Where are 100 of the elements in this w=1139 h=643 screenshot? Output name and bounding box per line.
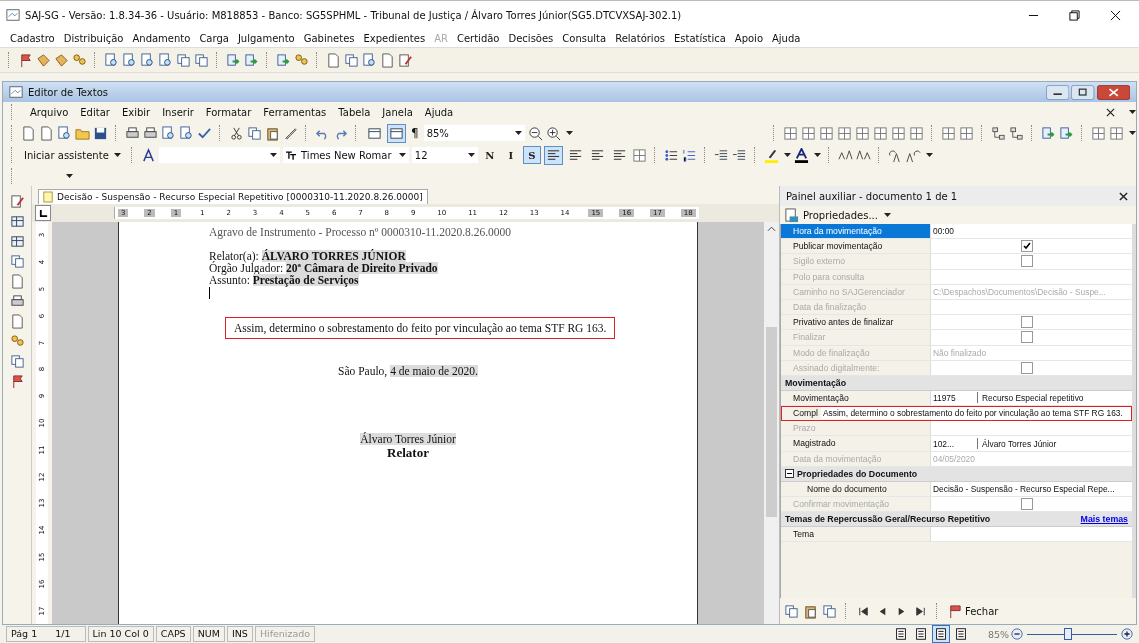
align-icon[interactable]	[543, 145, 563, 165]
arrow-icon[interactable]	[1059, 125, 1074, 141]
caret-icon[interactable]	[113, 153, 121, 157]
table-icon[interactable]	[891, 125, 906, 141]
menu-item[interactable]: Tabela	[338, 106, 371, 118]
bullet-list-icon[interactable]	[663, 147, 679, 163]
menu-item[interactable]: Ajuda	[424, 106, 454, 118]
view-mode-icon[interactable]	[931, 625, 950, 643]
menu-item[interactable]: Julgamento	[237, 32, 295, 44]
arrow-icon[interactable]	[1041, 125, 1056, 141]
close-button[interactable]: Fechar	[947, 603, 999, 619]
zoom-out-icon[interactable]	[527, 125, 543, 141]
pencil-icon[interactable]	[398, 52, 413, 68]
caret-icon[interactable]	[884, 213, 891, 217]
zoom-in-icon[interactable]	[545, 125, 561, 141]
menu-item[interactable]: Inserir	[162, 106, 194, 118]
close-icon[interactable]	[1110, 9, 1121, 21]
value-cell[interactable]	[931, 497, 1132, 512]
table-icon[interactable]	[9, 214, 25, 229]
arrow-icon[interactable]	[226, 52, 241, 68]
table-icon[interactable]	[837, 125, 852, 141]
caret-icon[interactable]	[813, 153, 821, 157]
menu-item[interactable]: Exibir	[121, 106, 151, 118]
outdent-icon[interactable]	[731, 147, 747, 163]
copy-icon[interactable]	[176, 52, 191, 68]
restore-icon[interactable]	[1069, 9, 1080, 21]
table-icon[interactable]	[783, 125, 798, 141]
slider-thumb[interactable]	[1063, 628, 1072, 640]
menu-item[interactable]: Janela	[382, 106, 413, 118]
document-icon[interactable]	[326, 52, 341, 68]
document-icon[interactable]	[9, 274, 25, 289]
magnifier-icon[interactable]	[140, 52, 155, 68]
caret-icon[interactable]	[66, 174, 73, 178]
value-cell[interactable]	[931, 527, 1132, 542]
zoom-dropdown[interactable]: 85%	[423, 125, 525, 141]
people-icon[interactable]	[294, 52, 309, 68]
close-icon[interactable]	[1096, 84, 1130, 100]
assistant-dropdown[interactable]: Iniciar assistente	[21, 147, 124, 163]
highlighter-icon[interactable]	[763, 147, 779, 163]
magnifier-icon[interactable]	[122, 52, 137, 68]
menu-item[interactable]: Andamento	[132, 32, 191, 44]
caret-icon[interactable]	[1129, 131, 1136, 135]
indent-icon[interactable]	[713, 147, 729, 163]
restore-icon[interactable]	[1071, 84, 1095, 100]
table-icon[interactable]	[1091, 125, 1106, 141]
printer-icon[interactable]	[125, 125, 140, 141]
tab-stop-button[interactable]	[35, 205, 51, 221]
scrollbar[interactable]	[764, 222, 779, 624]
style-icon[interactable]	[140, 147, 156, 163]
menu-item[interactable]: Arquivo	[30, 106, 69, 118]
magnifier-icon[interactable]	[158, 52, 173, 68]
value-cell[interactable]: 00:00	[931, 224, 1132, 239]
value-cell[interactable]	[931, 254, 1132, 269]
menu-item[interactable]: Estatística	[674, 32, 726, 44]
table-icon[interactable]	[801, 125, 816, 141]
copy-icon[interactable]	[9, 354, 25, 369]
scroll-up-icon[interactable]	[767, 226, 776, 232]
caret-icon[interactable]	[1129, 110, 1136, 114]
zoom-out-icon[interactable]	[1011, 628, 1023, 640]
menu-item[interactable]: Consulta	[562, 32, 607, 44]
value-cell[interactable]	[931, 421, 1132, 436]
flag-icon[interactable]	[18, 52, 33, 68]
caret-icon[interactable]	[467, 153, 475, 157]
menu-item[interactable]: Apoio	[734, 32, 763, 44]
magnifier-icon[interactable]	[161, 125, 176, 141]
font-size-dropdown[interactable]: 12	[411, 147, 478, 163]
table-icon[interactable]	[1109, 125, 1124, 141]
menu-item[interactable]: Expedientes	[363, 32, 426, 44]
format-button[interactable]: N	[480, 146, 499, 164]
close-icon[interactable]	[1119, 191, 1128, 201]
copy-icon[interactable]	[822, 603, 837, 619]
tag-icon[interactable]	[54, 52, 69, 68]
tree-icon[interactable]	[991, 125, 1006, 141]
people-icon[interactable]	[72, 52, 87, 68]
collapse-icon[interactable]	[785, 469, 794, 479]
menu-item[interactable]: Gabinetes	[303, 32, 355, 44]
close-icon[interactable]	[1106, 107, 1115, 117]
clipboard-icon[interactable]	[265, 125, 280, 141]
zoom-in-icon[interactable]	[1121, 628, 1133, 640]
document-tab[interactable]: Decisão - Suspensão - Recurso Especial Repetitivo [0000310-11.2020.8.26.0000]	[38, 189, 428, 204]
menu-item[interactable]: Ferramentas	[263, 106, 327, 118]
table-icon[interactable]	[819, 125, 834, 141]
table-icon[interactable]	[855, 125, 870, 141]
document-icon[interactable]	[39, 125, 54, 141]
checkbox[interactable]	[1021, 316, 1033, 329]
copy-icon[interactable]	[9, 254, 25, 269]
properties-button[interactable]: Propriedades...	[784, 207, 891, 223]
value-cell[interactable]	[931, 239, 1132, 254]
value-cell[interactable]	[931, 330, 1132, 345]
table-icon[interactable]	[9, 234, 25, 249]
document-icon[interactable]	[9, 314, 25, 329]
check-icon[interactable]	[197, 125, 212, 141]
scissors-icon[interactable]	[229, 125, 244, 141]
caret-icon[interactable]	[783, 153, 791, 157]
copy-icon[interactable]	[247, 125, 262, 141]
font-dropdown[interactable]: Times New Romar	[282, 147, 409, 163]
magnifier-icon[interactable]	[57, 125, 72, 141]
caret-icon[interactable]	[565, 131, 573, 135]
table-icon[interactable]	[873, 125, 888, 141]
arrow-icon[interactable]	[276, 52, 291, 68]
